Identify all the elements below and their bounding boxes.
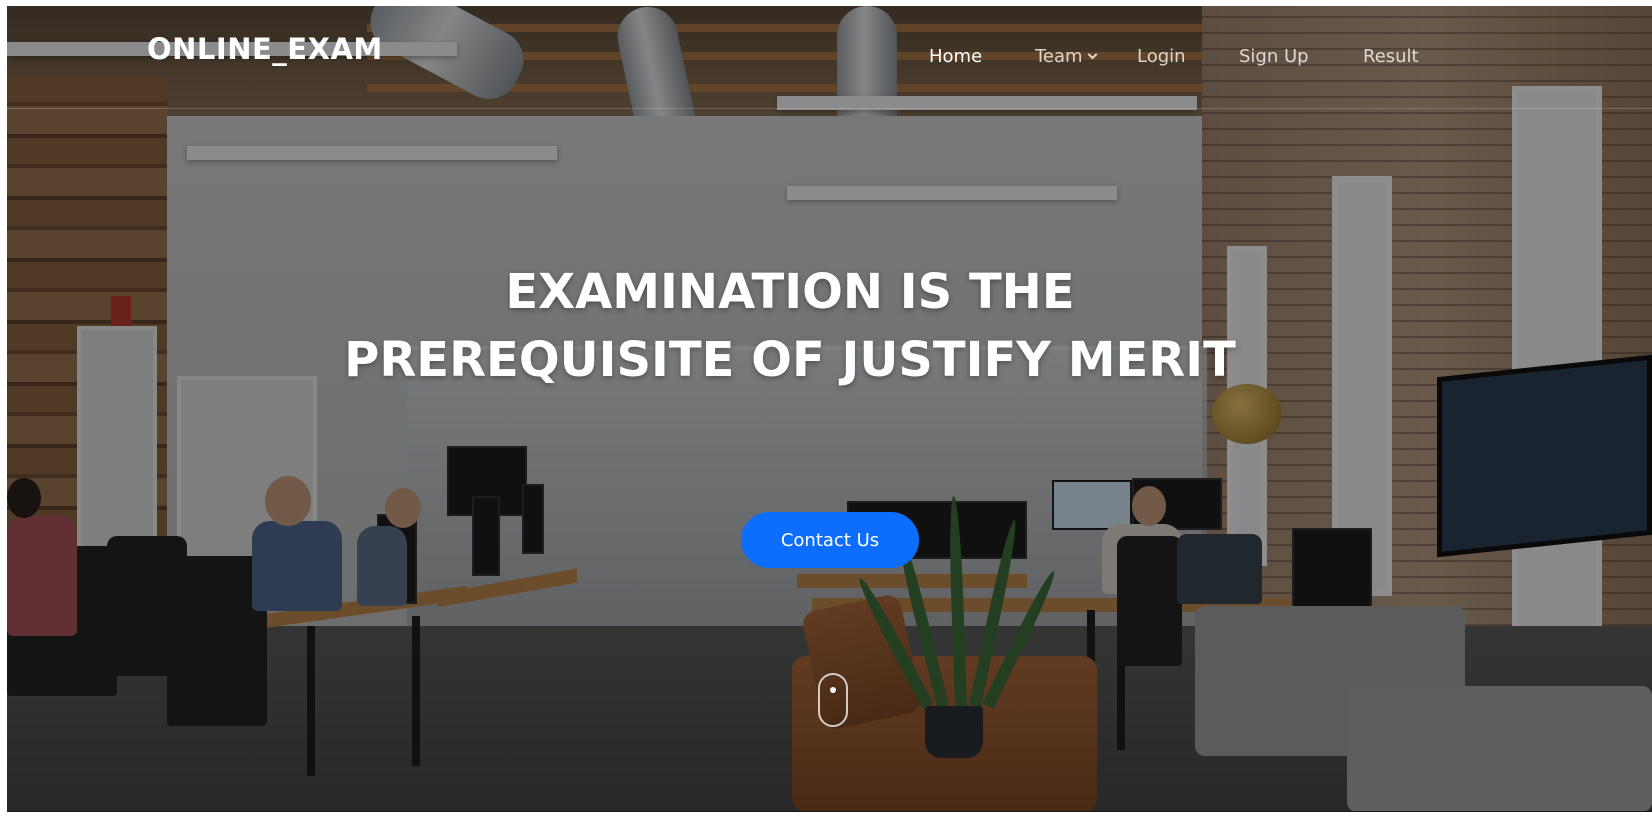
nav-sign-up[interactable]: Sign Up <box>1239 46 1309 67</box>
nav-login[interactable]: Login <box>1137 46 1186 67</box>
nav-result[interactable]: Result <box>1363 46 1419 67</box>
nav-team-label: Team <box>1035 46 1083 67</box>
site-header: ONLINE_EXAM Home Team Login Sign Up Resu… <box>7 6 1652 109</box>
chevron-down-icon <box>1087 49 1098 60</box>
scroll-dot-icon <box>830 687 836 693</box>
contact-us-button[interactable]: Contact Us <box>741 512 919 568</box>
browser-viewport: ONLINE_EXAM Home Team Login Sign Up Resu… <box>7 6 1652 812</box>
scroll-down-indicator[interactable] <box>818 673 848 727</box>
nav-home[interactable]: Home <box>929 46 982 67</box>
nav-team[interactable]: Team <box>1035 46 1098 67</box>
hero-title: EXAMINATION IS THE PREREQUISITE OF JUSTI… <box>344 264 1236 388</box>
main-nav: Home Team Login Sign Up Result <box>7 46 1652 76</box>
